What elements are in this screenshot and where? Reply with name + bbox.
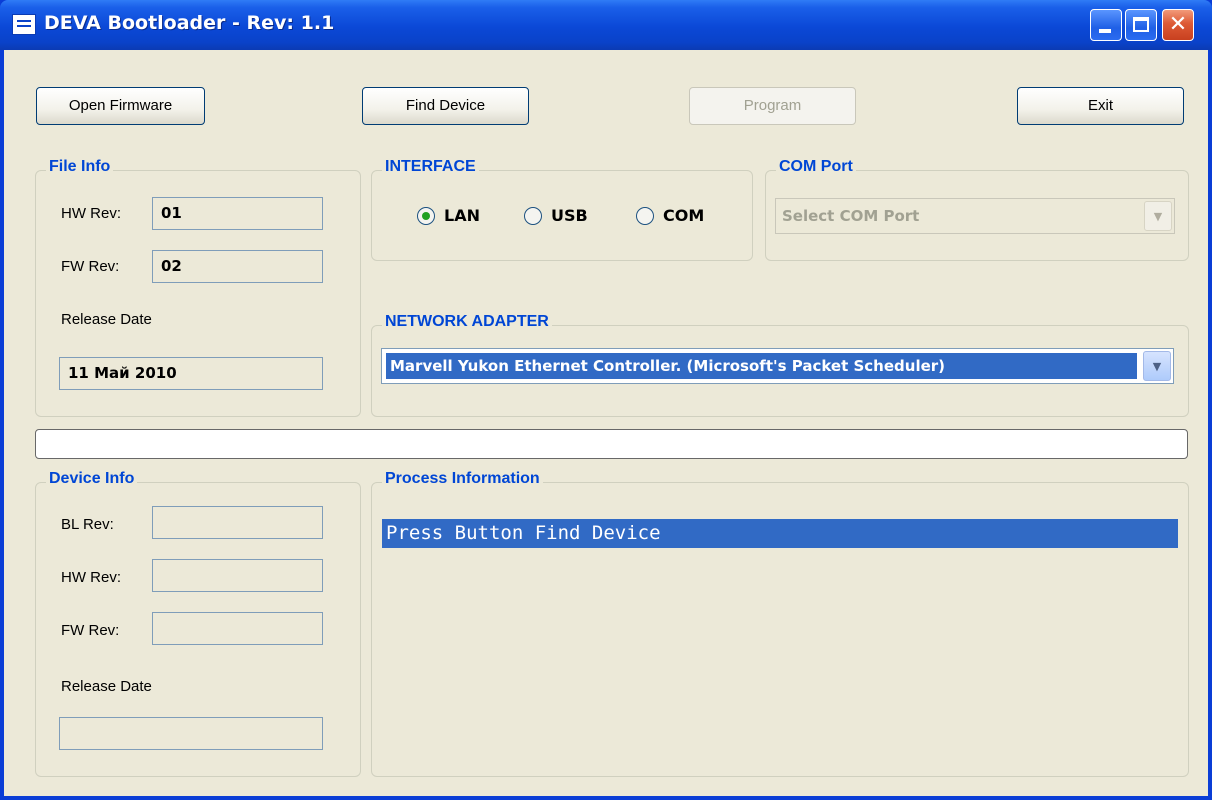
exit-button[interactable]: Exit <box>1017 87 1184 125</box>
device-fw-rev-label: FW Rev: <box>61 622 120 639</box>
com-port-select[interactable]: Select COM Port ▼ <box>775 198 1175 234</box>
window-title: DEVA Bootloader - Rev: 1.1 <box>44 12 335 34</box>
device-hw-rev-field <box>152 559 323 592</box>
process-info-title: Process Information <box>382 470 543 488</box>
radio-usb-label[interactable]: USB <box>551 206 588 225</box>
progress-bar <box>35 429 1188 459</box>
file-release-date-label: Release Date <box>61 311 152 328</box>
device-fw-rev-field <box>152 612 323 645</box>
interface-title: INTERFACE <box>382 158 479 176</box>
file-fw-rev-label: FW Rev: <box>61 258 120 275</box>
program-button[interactable]: Program <box>689 87 856 125</box>
device-info-group: Device Info BL Rev: HW Rev: FW Rev: Rele… <box>35 470 361 777</box>
network-adapter-select-value: Marvell Yukon Ethernet Controller. (Micr… <box>386 353 1137 379</box>
process-log-line[interactable]: Press Button Find Device <box>382 519 1178 548</box>
network-adapter-select[interactable]: Marvell Yukon Ethernet Controller. (Micr… <box>381 348 1174 384</box>
device-release-date-label: Release Date <box>61 678 152 695</box>
file-info-title: File Info <box>46 158 114 176</box>
radio-lan-label[interactable]: LAN <box>444 206 480 225</box>
file-info-group: File Info HW Rev: 01 FW Rev: 02 Release … <box>35 158 361 417</box>
title-bar[interactable]: DEVA Bootloader - Rev: 1.1 ✕ <box>0 0 1212 50</box>
radio-com[interactable] <box>636 207 654 225</box>
radio-lan[interactable] <box>417 207 435 225</box>
file-hw-rev-label: HW Rev: <box>61 205 121 222</box>
network-adapter-group: NETWORK ADAPTER Marvell Yukon Ethernet C… <box>371 313 1189 417</box>
com-port-select-value: Select COM Port <box>782 207 920 225</box>
file-release-date-field: 11 Май 2010 <box>59 357 323 390</box>
device-release-date-field <box>59 717 323 750</box>
network-adapter-title: NETWORK ADAPTER <box>382 313 552 331</box>
file-hw-rev-field: 01 <box>152 197 323 230</box>
close-icon: ✕ <box>1168 12 1188 37</box>
chevron-down-icon[interactable]: ▼ <box>1144 201 1172 231</box>
close-button[interactable]: ✕ <box>1162 9 1194 41</box>
interface-group: INTERFACE LAN USB COM <box>371 158 753 261</box>
maximize-button[interactable] <box>1125 9 1157 41</box>
com-port-group: COM Port Select COM Port ▼ <box>765 158 1189 261</box>
device-bl-rev-label: BL Rev: <box>61 516 114 533</box>
maximize-icon <box>1133 17 1149 32</box>
app-window-icon[interactable] <box>12 14 36 35</box>
com-port-title: COM Port <box>776 158 856 176</box>
device-hw-rev-label: HW Rev: <box>61 569 121 586</box>
find-device-button[interactable]: Find Device <box>362 87 529 125</box>
app-window: DEVA Bootloader - Rev: 1.1 ✕ Open Firmwa… <box>0 0 1212 800</box>
open-firmware-button[interactable]: Open Firmware <box>36 87 205 125</box>
device-bl-rev-field <box>152 506 323 539</box>
radio-com-label[interactable]: COM <box>663 206 704 225</box>
minimize-icon <box>1099 29 1111 33</box>
chevron-down-icon[interactable]: ▼ <box>1143 351 1171 381</box>
minimize-button[interactable] <box>1090 9 1122 41</box>
file-fw-rev-field: 02 <box>152 250 323 283</box>
device-info-title: Device Info <box>46 470 138 488</box>
client-area: Open Firmware Find Device Program Exit F… <box>4 50 1208 796</box>
radio-usb[interactable] <box>524 207 542 225</box>
